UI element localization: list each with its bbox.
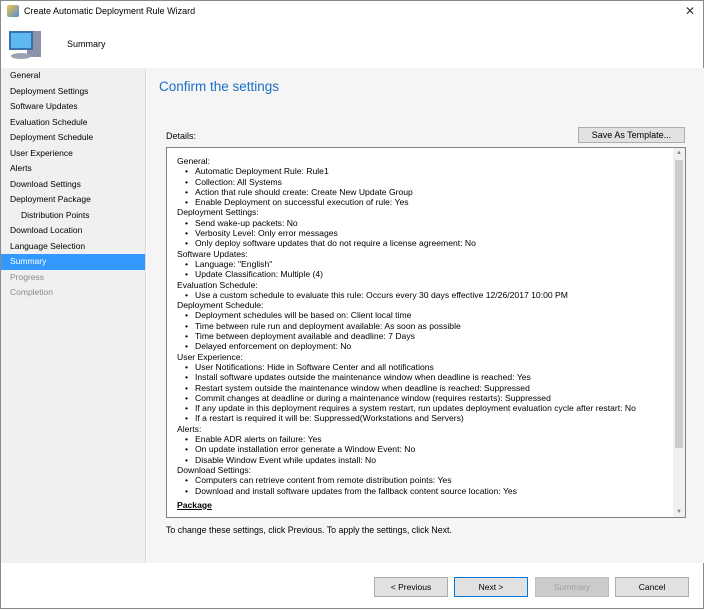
list-item: Update Classification: Multiple (4)	[185, 269, 636, 280]
sidebar-item-general[interactable]: General	[1, 68, 145, 84]
details-content: General:Automatic Deployment Rule: Rule1…	[177, 156, 636, 510]
section-list: Use a custom schedule to evaluate this r…	[177, 290, 636, 301]
scroll-up-icon[interactable]: ▲	[673, 150, 685, 156]
section-heading: Deployment Schedule:	[177, 300, 264, 311]
list-item: Time between deployment available and de…	[185, 331, 636, 342]
wizard-icon	[7, 5, 19, 17]
list-item: Action that rule should create: Create N…	[185, 187, 636, 198]
list-item: Collection: All Systems	[185, 177, 636, 188]
wizard-steps: General Deployment Settings Software Updat…	[1, 68, 146, 563]
sidebar-item-alerts[interactable]: Alerts	[1, 161, 145, 177]
section-list: Deployment schedules will be based on: C…	[177, 310, 636, 351]
window-title: Create Automatic Deployment Rule Wizard	[24, 6, 196, 16]
main-panel: Confirm the settings Details: Save As Te…	[147, 68, 704, 597]
list-item: Deployment schedules will be based on: C…	[185, 310, 636, 321]
section-list: User Notifications: Hide in Software Cen…	[177, 362, 636, 424]
package-heading: Package	[177, 499, 212, 510]
section-heading: Download Settings:	[177, 464, 252, 475]
previous-button[interactable]: < Previous	[374, 577, 448, 597]
sidebar-item-progress: Progress	[10, 271, 45, 282]
sidebar-item-evaluation-schedule[interactable]: Evaluation Schedule	[1, 115, 145, 131]
vertical-scrollbar[interactable]: ▲ ▼	[673, 148, 685, 517]
section-heading: Evaluation Schedule:	[177, 279, 258, 290]
summary-button: Summary	[535, 577, 609, 597]
computer-icon	[9, 31, 41, 59]
list-item: Only deploy software updates that do not…	[185, 238, 636, 249]
list-item: Install software updates outside the mai…	[185, 372, 636, 383]
list-item: Enable Deployment on successful executio…	[185, 197, 636, 208]
list-item: Restart system outside the maintenance w…	[185, 383, 636, 394]
scroll-thumb[interactable]	[675, 160, 683, 448]
section-heading: Deployment Settings:	[177, 207, 259, 218]
list-item: Send wake-up packets: No	[185, 218, 636, 229]
instructions-text: To change these settings, click Previous…	[166, 525, 452, 535]
list-item: Commit changes at deadline or during a m…	[185, 393, 636, 404]
sidebar-item-user-experience[interactable]: User Experience	[1, 146, 145, 162]
section-heading: Software Updates:	[177, 248, 248, 259]
list-item: Language: "English"	[185, 259, 636, 270]
section-list: Send wake-up packets: NoVerbosity Level:…	[177, 218, 636, 249]
wizard-header: Summary	[1, 21, 703, 68]
list-item: If any update in this deployment require…	[185, 403, 636, 414]
next-button[interactable]: Next >	[454, 577, 528, 597]
save-as-template-button[interactable]: Save As Template...	[578, 127, 685, 143]
list-item: Verbosity Level: Only error messages	[185, 228, 636, 239]
sidebar-item-distribution-points[interactable]: Distribution Points	[1, 208, 145, 224]
sidebar-item-language-selection[interactable]: Language Selection	[1, 239, 145, 255]
list-item: Use a custom schedule to evaluate this r…	[185, 290, 636, 301]
list-item: On update installation error generate a …	[185, 444, 636, 455]
section-list: Computers can retrieve content from remo…	[177, 475, 636, 496]
title-bar: Create Automatic Deployment Rule Wizard …	[1, 1, 703, 21]
sidebar-item-download-location[interactable]: Download Location	[1, 223, 145, 239]
page-title: Confirm the settings	[159, 79, 280, 94]
sidebar-item-deployment-settings[interactable]: Deployment Settings	[1, 84, 145, 100]
list-item: Computers can retrieve content from remo…	[185, 475, 636, 486]
header-title: Summary	[67, 39, 106, 49]
section-list: Language: "English"Update Classification…	[177, 259, 636, 280]
details-label: Details:	[166, 131, 197, 141]
close-icon[interactable]: ✕	[685, 4, 695, 18]
section-list: Enable ADR alerts on failure: YesOn upda…	[177, 434, 636, 465]
sidebar-item-deployment-package[interactable]: Deployment Package	[1, 192, 145, 208]
cancel-button[interactable]: Cancel	[615, 577, 689, 597]
list-item: Automatic Deployment Rule: Rule1	[185, 166, 636, 177]
section-list: Automatic Deployment Rule: Rule1Collecti…	[177, 166, 636, 207]
sidebar-item-deployment-schedule[interactable]: Deployment Schedule	[1, 130, 145, 146]
scroll-down-icon[interactable]: ▼	[673, 509, 685, 515]
list-item: Time between rule run and deployment ava…	[185, 321, 636, 332]
details-box[interactable]: General:Automatic Deployment Rule: Rule1…	[166, 147, 686, 518]
list-item: Delayed enforcement on deployment: No	[185, 341, 636, 352]
sidebar-item-summary[interactable]: Summary	[1, 254, 145, 270]
list-item: User Notifications: Hide in Software Cen…	[185, 362, 636, 373]
list-item: Enable ADR alerts on failure: Yes	[185, 434, 636, 445]
wizard-window: Create Automatic Deployment Rule Wizard …	[0, 0, 704, 609]
list-item: Download and install software updates fr…	[185, 486, 636, 497]
section-heading: User Experience:	[177, 351, 243, 362]
list-item: If a restart is required it will be: Sup…	[185, 413, 636, 424]
sidebar-item-software-updates[interactable]: Software Updates	[1, 99, 145, 115]
sidebar-item-completion: Completion	[10, 287, 53, 297]
section-heading: General:	[177, 156, 210, 166]
sidebar-item-download-settings[interactable]: Download Settings	[1, 177, 145, 193]
section-heading: Alerts:	[177, 423, 202, 434]
list-item: Disable Window Event while updates insta…	[185, 455, 636, 466]
